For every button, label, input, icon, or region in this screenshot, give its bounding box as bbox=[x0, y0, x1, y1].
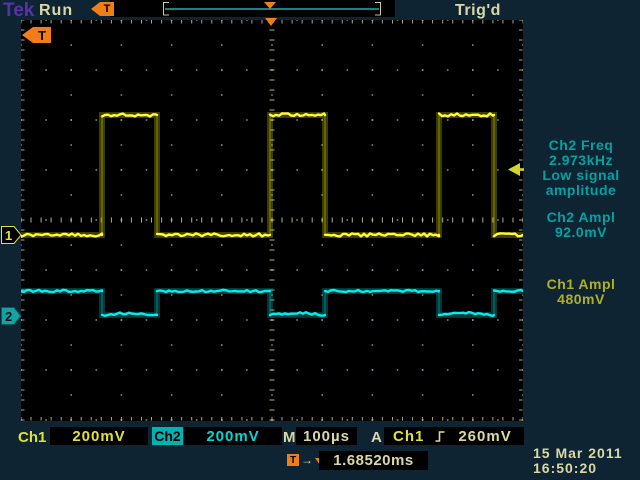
date-value: 15 Mar 2011 bbox=[533, 446, 623, 461]
ch1-channel-label: Ch1 bbox=[18, 429, 46, 446]
ch2-ground-marker[interactable]: 2 bbox=[1, 307, 22, 325]
trigger-t-icon: T bbox=[33, 27, 51, 43]
delay-time-readout[interactable]: 1.68520ms bbox=[319, 451, 428, 470]
horizontal-trigger-position-marker[interactable] bbox=[265, 18, 277, 26]
ch1-marker-digit: 1 bbox=[5, 228, 12, 243]
ch1-ground-marker[interactable]: 1 bbox=[1, 226, 22, 244]
ch2-scale-value: 200mV bbox=[206, 428, 259, 445]
ch2-freq-warning-line2: amplitude bbox=[524, 183, 638, 198]
acquisition-status: Run bbox=[39, 2, 73, 20]
ch1-trace-glow bbox=[21, 115, 523, 235]
timebase-readout[interactable]: 100µs bbox=[296, 427, 357, 445]
ch1-trace bbox=[325, 234, 439, 237]
ch2-marker-digit: 2 bbox=[5, 309, 12, 324]
main-timebase-label: M bbox=[283, 429, 296, 446]
delay-time-value: 1.68520ms bbox=[333, 452, 413, 469]
ch2-ampl-value: 92.0mV bbox=[524, 225, 638, 240]
ch1-ampl-value: 480mV bbox=[524, 292, 638, 307]
ch1-scale-value: 200mV bbox=[72, 428, 125, 445]
rising-edge-slope-icon bbox=[435, 430, 445, 443]
trigger-offscreen-left-indicator: T bbox=[22, 27, 51, 43]
timebase-value: 100µs bbox=[303, 428, 350, 445]
ch1-scale-readout[interactable]: 200mV bbox=[50, 427, 148, 445]
left-arrow-icon bbox=[22, 27, 33, 43]
ch1-ampl-label: Ch1 Ampl bbox=[524, 277, 638, 292]
trigger-level-value: 260mV bbox=[458, 428, 511, 445]
ch2-scale-readout[interactable]: 200mV bbox=[184, 427, 282, 445]
ch2-channel-tab[interactable]: Ch2 bbox=[152, 427, 183, 445]
trigger-source: Ch1 bbox=[393, 428, 424, 445]
trigger-offscreen-left-icon: T bbox=[91, 2, 114, 16]
ch2-freq-value: 2.973kHz bbox=[524, 153, 638, 168]
datetime-readout: 15 Mar 2011 16:50:20 bbox=[533, 446, 623, 476]
record-view-bracket bbox=[163, 2, 381, 16]
trigger-level-arrow-shape bbox=[508, 163, 520, 176]
ch2-frequency-readout: Ch2 Freq 2.973kHz Low signal amplitude bbox=[524, 138, 638, 198]
left-arrow-icon bbox=[91, 2, 100, 16]
ch1-amplitude-readout: Ch1 Ampl 480mV bbox=[524, 277, 638, 307]
tek-logo: Tek bbox=[3, 0, 34, 22]
ch2-ampl-label: Ch2 Ampl bbox=[524, 210, 638, 225]
trigger-t-icon: T bbox=[100, 2, 114, 16]
trigger-status: Trig'd bbox=[455, 2, 501, 20]
waveform-display bbox=[21, 20, 523, 421]
ch2-trace-glow bbox=[21, 291, 523, 315]
ch2-tab-label: Ch2 bbox=[154, 428, 180, 444]
oscilloscope-screen: { "header": { "logo": "Tek", "acq_status… bbox=[0, 0, 640, 480]
ch2-amplitude-readout: Ch2 Ampl 92.0mV bbox=[524, 210, 638, 240]
record-trigger-position-icon[interactable] bbox=[264, 2, 276, 9]
time-value: 16:50:20 bbox=[533, 461, 623, 476]
arrow-right-icon: → bbox=[301, 453, 313, 467]
trigger-readout[interactable]: Ch1 260mV bbox=[384, 427, 524, 445]
ch2-freq-label: Ch2 Freq bbox=[524, 138, 638, 153]
graticule-and-traces bbox=[21, 20, 523, 421]
ch2-freq-warning-line1: Low signal bbox=[524, 168, 638, 183]
trigger-t-icon: T bbox=[287, 454, 299, 466]
a-trigger-label: A bbox=[371, 429, 382, 446]
trigger-level-arrow[interactable] bbox=[508, 163, 524, 176]
